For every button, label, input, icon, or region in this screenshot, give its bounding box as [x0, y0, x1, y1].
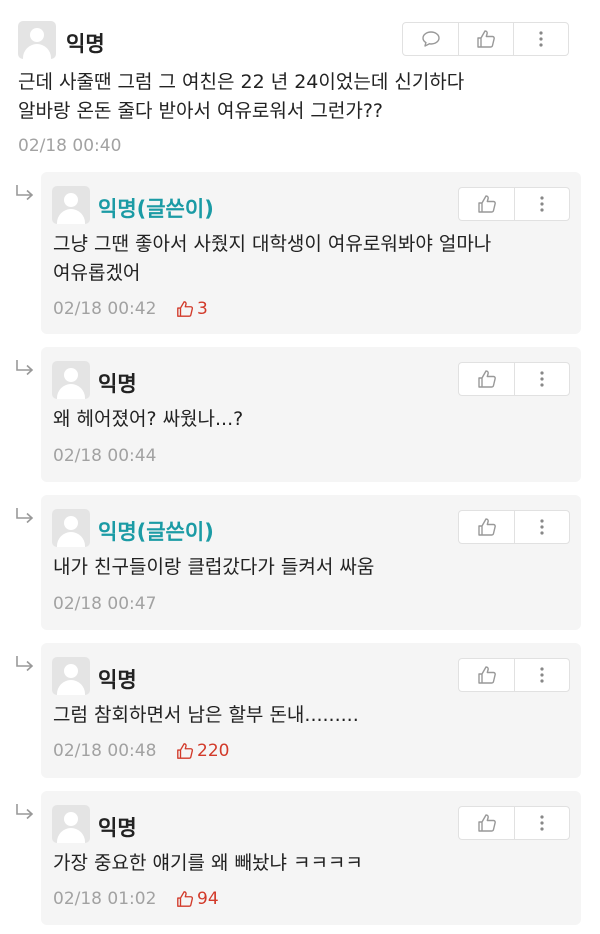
author-name: 익명 [66, 32, 105, 56]
thumbs-up-icon [477, 195, 496, 213]
timestamp: 02/18 00:48 [53, 741, 157, 761]
reply-card: 익명 왜 헤어졌어? 싸웠나...? 02/18 00:44 [41, 347, 581, 482]
more-vertical-icon [540, 667, 544, 683]
thumbs-up-icon [477, 30, 495, 48]
more-vertical-icon [540, 196, 544, 212]
more-button[interactable] [514, 188, 569, 220]
reply-actions [458, 510, 570, 544]
reply-actions [458, 806, 570, 840]
like-button[interactable] [459, 511, 514, 543]
more-button[interactable] [514, 807, 569, 839]
like-button[interactable] [459, 188, 514, 220]
reply-text-line: 왜 헤어졌어? 싸웠나...? [53, 408, 244, 430]
more-button[interactable] [514, 511, 569, 543]
timestamp: 02/18 00:42 [53, 299, 157, 319]
more-button[interactable] [513, 23, 568, 55]
thumbs-up-icon [177, 891, 194, 907]
avatar [18, 21, 56, 59]
author-name: 익명 [98, 816, 137, 840]
thumbs-up-icon [477, 814, 496, 832]
post-text-line: 알바랑 온돈 줄다 받아서 여유로워서 그런가?? [18, 100, 384, 122]
reply-text-line: 그럼 참회하면서 남은 할부 돈내......... [53, 704, 359, 726]
reply-text-line: 가장 중요한 얘기를 왜 빼놨냐 ㅋㅋㅋㅋ [53, 852, 363, 874]
more-vertical-icon [540, 371, 544, 387]
like-button[interactable] [459, 659, 514, 691]
post-text-line: 근데 사줄땐 그럼 그 여친은 22 년 24이었는데 신기하다 [18, 71, 465, 93]
reply-arrow-icon [16, 508, 34, 524]
reply-card: 익명 그럼 참회하면서 남은 할부 돈내......... 02/18 00:4… [41, 643, 581, 778]
like-button[interactable] [459, 363, 514, 395]
timestamp: 02/18 01:02 [53, 889, 157, 909]
thumbs-up-icon [177, 743, 194, 759]
reply-text-line: 그냥 그땐 좋아서 사줬지 대학생이 여유로워봐야 얼마나 [53, 233, 492, 255]
author-name: 익명(글쓴이) [98, 197, 214, 221]
thumbs-up-icon [477, 370, 496, 388]
timestamp: 02/18 00:40 [18, 136, 122, 156]
author-name: 익명 [98, 372, 137, 396]
reply-actions [458, 658, 570, 692]
thumbs-up-icon [177, 301, 194, 317]
reply-card: 익명(글쓴이) 그냥 그땐 좋아서 사줬지 대학생이 여유로워봐야 얼마나 여유… [41, 172, 581, 334]
avatar [52, 186, 90, 224]
reply-arrow-icon [16, 360, 34, 376]
reply-text-line: 여유롭겠어 [53, 262, 141, 284]
like-button[interactable] [458, 23, 513, 55]
comment-button[interactable] [403, 23, 458, 55]
more-vertical-icon [540, 815, 544, 831]
vote-count-value: 220 [197, 741, 230, 761]
more-vertical-icon [540, 519, 544, 535]
post-actions [402, 22, 569, 56]
reply-arrow-icon [16, 185, 34, 201]
vote-count-value: 94 [197, 889, 219, 909]
comment-icon [421, 31, 440, 47]
reply-text-line: 내가 친구들이랑 클럽갔다가 들켜서 싸움 [53, 556, 375, 578]
reply-actions [458, 187, 570, 221]
more-button[interactable] [514, 659, 569, 691]
reply-arrow-icon [16, 804, 34, 820]
avatar [52, 361, 90, 399]
timestamp: 02/18 00:44 [53, 446, 157, 466]
like-button[interactable] [459, 807, 514, 839]
reply-card: 익명(글쓴이) 내가 친구들이랑 클럽갔다가 들켜서 싸움 02/18 00:4… [41, 495, 581, 630]
reply-card: 익명 가장 중요한 얘기를 왜 빼놨냐 ㅋㅋㅋㅋ 02/18 01:02 94 [41, 791, 581, 925]
avatar [52, 805, 90, 843]
thumbs-up-icon [477, 666, 496, 684]
avatar [52, 657, 90, 695]
vote-count: 94 [176, 889, 219, 909]
more-vertical-icon [539, 31, 543, 47]
reply-actions [458, 362, 570, 396]
more-button[interactable] [514, 363, 569, 395]
thumbs-up-icon [477, 518, 496, 536]
avatar [52, 509, 90, 547]
author-name: 익명(글쓴이) [98, 520, 214, 544]
vote-count: 3 [176, 299, 208, 319]
timestamp: 02/18 00:47 [53, 594, 157, 614]
reply-arrow-icon [16, 656, 34, 672]
author-name: 익명 [98, 668, 137, 692]
vote-count-value: 3 [197, 299, 208, 319]
vote-count: 220 [176, 741, 229, 761]
